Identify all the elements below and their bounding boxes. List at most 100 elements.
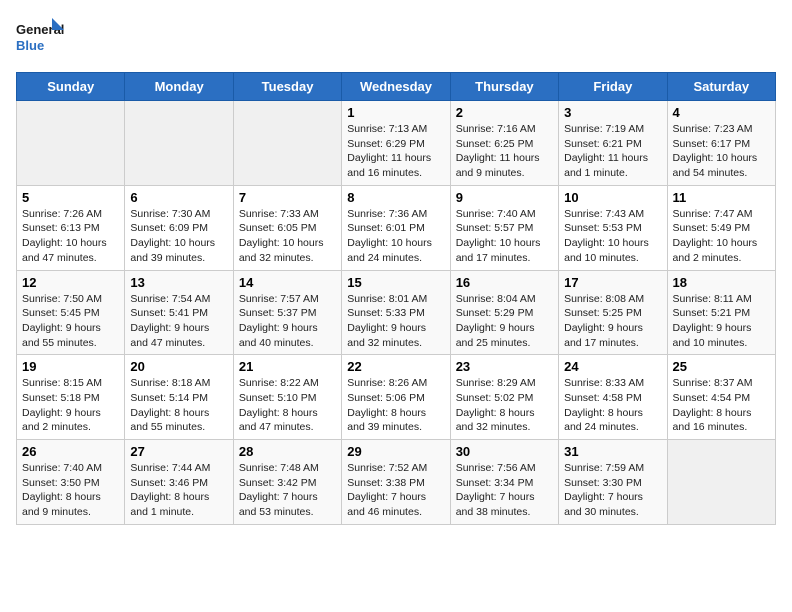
- calendar-day-cell: 15 Sunrise: 8:01 AM Sunset: 5:33 PM Dayli…: [342, 270, 450, 355]
- calendar-day-cell: 6 Sunrise: 7:30 AM Sunset: 6:09 PM Daylig…: [125, 185, 233, 270]
- day-number: 29: [347, 444, 444, 459]
- day-number: 30: [456, 444, 553, 459]
- calendar-day-cell: 1 Sunrise: 7:13 AM Sunset: 6:29 PM Daylig…: [342, 101, 450, 186]
- calendar-day-cell: 28 Sunrise: 7:48 AM Sunset: 3:42 PM Dayli…: [233, 440, 341, 525]
- calendar-day-cell: 21 Sunrise: 8:22 AM Sunset: 5:10 PM Dayli…: [233, 355, 341, 440]
- day-info: Sunrise: 7:40 AM Sunset: 3:50 PM Dayligh…: [22, 461, 119, 520]
- day-info: Sunrise: 7:52 AM Sunset: 3:38 PM Dayligh…: [347, 461, 444, 520]
- calendar-day-cell: 3 Sunrise: 7:19 AM Sunset: 6:21 PM Daylig…: [559, 101, 667, 186]
- day-info: Sunrise: 7:59 AM Sunset: 3:30 PM Dayligh…: [564, 461, 661, 520]
- calendar-day-cell: 9Sunrise: 7:40 AM Sunset: 5:57 PM Daylig…: [450, 185, 558, 270]
- day-number: 13: [130, 275, 227, 290]
- day-info: Sunrise: 8:01 AM Sunset: 5:33 PM Dayligh…: [347, 292, 444, 351]
- day-info: Sunrise: 8:29 AM Sunset: 5:02 PM Dayligh…: [456, 376, 553, 435]
- calendar-day-cell: 19Sunrise: 8:15 AM Sunset: 5:18 PM Dayli…: [17, 355, 125, 440]
- logo: General Blue: [16, 16, 66, 60]
- day-info: Sunrise: 7:44 AM Sunset: 3:46 PM Dayligh…: [130, 461, 227, 520]
- day-number: 15: [347, 275, 444, 290]
- svg-text:Blue: Blue: [16, 38, 44, 53]
- calendar-day-cell: [667, 440, 775, 525]
- day-info: Sunrise: 8:04 AM Sunset: 5:29 PM Dayligh…: [456, 292, 553, 351]
- calendar-day-cell: 25 Sunrise: 8:37 AM Sunset: 4:54 PM Dayli…: [667, 355, 775, 440]
- calendar-day-cell: 31 Sunrise: 7:59 AM Sunset: 3:30 PM Dayli…: [559, 440, 667, 525]
- calendar-day-cell: 17Sunrise: 8:08 AM Sunset: 5:25 PM Dayli…: [559, 270, 667, 355]
- calendar-day-cell: 2Sunrise: 7:16 AM Sunset: 6:25 PM Daylig…: [450, 101, 558, 186]
- day-info: Sunrise: 7:54 AM Sunset: 5:41 PM Dayligh…: [130, 292, 227, 351]
- day-number: 17: [564, 275, 661, 290]
- day-number: 6: [130, 190, 227, 205]
- day-number: 18: [673, 275, 770, 290]
- day-number: 3: [564, 105, 661, 120]
- calendar-day-cell: [17, 101, 125, 186]
- day-number: 19: [22, 359, 119, 374]
- calendar-day-cell: 8 Sunrise: 7:36 AM Sunset: 6:01 PM Daylig…: [342, 185, 450, 270]
- calendar-day-cell: 10 Sunrise: 7:43 AM Sunset: 5:53 PM Dayli…: [559, 185, 667, 270]
- calendar-day-cell: 13 Sunrise: 7:54 AM Sunset: 5:41 PM Dayli…: [125, 270, 233, 355]
- calendar-day-cell: 23 Sunrise: 8:29 AM Sunset: 5:02 PM Dayli…: [450, 355, 558, 440]
- day-info: Sunrise: 8:37 AM Sunset: 4:54 PM Dayligh…: [673, 376, 770, 435]
- calendar-day-cell: [233, 101, 341, 186]
- day-number: 4: [673, 105, 770, 120]
- day-info: Sunrise: 7:26 AM Sunset: 6:13 PM Dayligh…: [22, 207, 119, 266]
- calendar-day-cell: 12 Sunrise: 7:50 AM Sunset: 5:45 PM Dayli…: [17, 270, 125, 355]
- calendar-day-cell: 30 Sunrise: 7:56 AM Sunset: 3:34 PM Dayli…: [450, 440, 558, 525]
- calendar-table: SundayMondayTuesdayWednesdayThursdayFrid…: [16, 72, 776, 525]
- calendar-week-row: 26 Sunrise: 7:40 AM Sunset: 3:50 PM Dayli…: [17, 440, 776, 525]
- calendar-day-cell: 7 Sunrise: 7:33 AM Sunset: 6:05 PM Daylig…: [233, 185, 341, 270]
- day-info: Sunrise: 7:47 AM Sunset: 5:49 PM Dayligh…: [673, 207, 770, 266]
- day-number: 24: [564, 359, 661, 374]
- calendar-day-cell: [125, 101, 233, 186]
- weekday-header-row: SundayMondayTuesdayWednesdayThursdayFrid…: [17, 73, 776, 101]
- day-info: Sunrise: 7:33 AM Sunset: 6:05 PM Dayligh…: [239, 207, 336, 266]
- calendar-week-row: 19Sunrise: 8:15 AM Sunset: 5:18 PM Dayli…: [17, 355, 776, 440]
- day-number: 25: [673, 359, 770, 374]
- weekday-header-wednesday: Wednesday: [342, 73, 450, 101]
- day-info: Sunrise: 7:16 AM Sunset: 6:25 PM Dayligh…: [456, 122, 553, 181]
- page-header: General Blue: [16, 16, 776, 60]
- day-info: Sunrise: 7:43 AM Sunset: 5:53 PM Dayligh…: [564, 207, 661, 266]
- day-info: Sunrise: 7:57 AM Sunset: 5:37 PM Dayligh…: [239, 292, 336, 351]
- day-number: 26: [22, 444, 119, 459]
- day-number: 23: [456, 359, 553, 374]
- day-info: Sunrise: 7:40 AM Sunset: 5:57 PM Dayligh…: [456, 207, 553, 266]
- day-info: Sunrise: 7:30 AM Sunset: 6:09 PM Dayligh…: [130, 207, 227, 266]
- day-info: Sunrise: 7:48 AM Sunset: 3:42 PM Dayligh…: [239, 461, 336, 520]
- day-info: Sunrise: 8:18 AM Sunset: 5:14 PM Dayligh…: [130, 376, 227, 435]
- day-number: 7: [239, 190, 336, 205]
- day-info: Sunrise: 8:33 AM Sunset: 4:58 PM Dayligh…: [564, 376, 661, 435]
- weekday-header-friday: Friday: [559, 73, 667, 101]
- day-info: Sunrise: 8:11 AM Sunset: 5:21 PM Dayligh…: [673, 292, 770, 351]
- calendar-day-cell: 11 Sunrise: 7:47 AM Sunset: 5:49 PM Dayli…: [667, 185, 775, 270]
- day-info: Sunrise: 7:50 AM Sunset: 5:45 PM Dayligh…: [22, 292, 119, 351]
- day-number: 21: [239, 359, 336, 374]
- day-number: 1: [347, 105, 444, 120]
- calendar-day-cell: 29 Sunrise: 7:52 AM Sunset: 3:38 PM Dayli…: [342, 440, 450, 525]
- calendar-day-cell: 26 Sunrise: 7:40 AM Sunset: 3:50 PM Dayli…: [17, 440, 125, 525]
- day-info: Sunrise: 7:19 AM Sunset: 6:21 PM Dayligh…: [564, 122, 661, 181]
- day-number: 11: [673, 190, 770, 205]
- calendar-day-cell: 22 Sunrise: 8:26 AM Sunset: 5:06 PM Dayli…: [342, 355, 450, 440]
- calendar-day-cell: 24 Sunrise: 8:33 AM Sunset: 4:58 PM Dayli…: [559, 355, 667, 440]
- calendar-header: SundayMondayTuesdayWednesdayThursdayFrid…: [17, 73, 776, 101]
- day-info: Sunrise: 8:26 AM Sunset: 5:06 PM Dayligh…: [347, 376, 444, 435]
- day-number: 10: [564, 190, 661, 205]
- day-number: 31: [564, 444, 661, 459]
- weekday-header-saturday: Saturday: [667, 73, 775, 101]
- day-number: 22: [347, 359, 444, 374]
- weekday-header-thursday: Thursday: [450, 73, 558, 101]
- logo-svg: General Blue: [16, 16, 66, 60]
- calendar-day-cell: 5Sunrise: 7:26 AM Sunset: 6:13 PM Daylig…: [17, 185, 125, 270]
- day-number: 8: [347, 190, 444, 205]
- day-info: Sunrise: 7:56 AM Sunset: 3:34 PM Dayligh…: [456, 461, 553, 520]
- day-number: 28: [239, 444, 336, 459]
- day-number: 12: [22, 275, 119, 290]
- calendar-day-cell: 14Sunrise: 7:57 AM Sunset: 5:37 PM Dayli…: [233, 270, 341, 355]
- weekday-header-monday: Monday: [125, 73, 233, 101]
- calendar-week-row: 1 Sunrise: 7:13 AM Sunset: 6:29 PM Daylig…: [17, 101, 776, 186]
- day-info: Sunrise: 8:22 AM Sunset: 5:10 PM Dayligh…: [239, 376, 336, 435]
- calendar-day-cell: 16Sunrise: 8:04 AM Sunset: 5:29 PM Dayli…: [450, 270, 558, 355]
- day-info: Sunrise: 7:13 AM Sunset: 6:29 PM Dayligh…: [347, 122, 444, 181]
- weekday-header-tuesday: Tuesday: [233, 73, 341, 101]
- calendar-day-cell: 18 Sunrise: 8:11 AM Sunset: 5:21 PM Dayli…: [667, 270, 775, 355]
- day-info: Sunrise: 7:36 AM Sunset: 6:01 PM Dayligh…: [347, 207, 444, 266]
